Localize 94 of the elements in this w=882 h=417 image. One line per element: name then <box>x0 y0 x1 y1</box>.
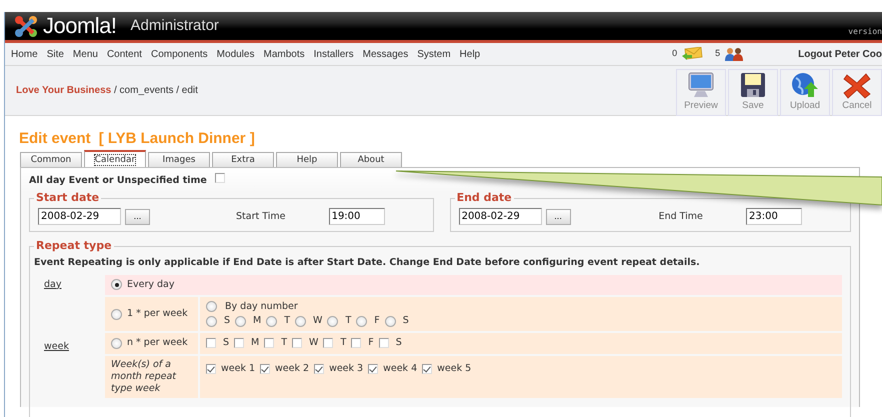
day-label: T <box>281 336 288 350</box>
date-field[interactable]: 2008-02-29 <box>458 208 542 226</box>
checkbox[interactable] <box>214 173 225 184</box>
day-label: T <box>284 314 290 328</box>
menu-item[interactable]: Modules <box>216 46 254 62</box>
tab[interactable]: Help <box>276 152 338 167</box>
checkbox[interactable] <box>314 364 324 374</box>
tab[interactable]: About <box>340 152 402 167</box>
day-label: S <box>223 336 230 350</box>
option-label: week 5 <box>437 362 472 376</box>
checkbox[interactable] <box>378 338 389 348</box>
logo-text: Joomla! <box>43 15 117 37</box>
section-legend: Repeat type <box>34 240 114 252</box>
radio-button[interactable] <box>111 308 122 320</box>
globe-icon <box>790 72 820 99</box>
version-text: version <box>848 26 882 38</box>
radio-button[interactable] <box>111 338 122 349</box>
radio-button[interactable] <box>327 316 338 327</box>
time-field[interactable]: 19:00 <box>328 208 385 226</box>
day-label: W <box>309 336 318 350</box>
day-label: F <box>368 336 374 350</box>
checkbox[interactable] <box>292 338 302 348</box>
option-label: Week(s) of a month repeat type week <box>111 358 178 394</box>
page-title: Edit event [ LYB Launch Dinner ] <box>19 129 256 149</box>
option-label: week 4 <box>383 362 418 376</box>
option-label: 1 * per week <box>127 306 188 321</box>
field-label: All day Event or Unspecified time <box>29 174 207 188</box>
tab[interactable]: Extra <box>212 152 274 167</box>
radio-button[interactable] <box>235 316 246 327</box>
radio-button[interactable] <box>356 316 368 327</box>
tab[interactable]: Images <box>148 152 210 167</box>
radio-button[interactable] <box>384 316 396 327</box>
day-label: S <box>402 314 409 328</box>
menu-item[interactable]: Mambots <box>263 46 305 62</box>
tab[interactable]: Calendar <box>84 150 146 167</box>
menu-item[interactable]: Installers <box>314 46 354 62</box>
day-label: S <box>396 336 402 350</box>
people-icon <box>724 47 744 61</box>
header-title: Administrator <box>130 16 219 36</box>
tab[interactable]: Common <box>20 152 82 167</box>
checkbox[interactable] <box>260 364 270 374</box>
menu-item[interactable]: Help <box>460 46 480 62</box>
date-picker-button[interactable]: ... <box>546 208 571 225</box>
radio-button[interactable] <box>206 301 217 312</box>
day-label: W <box>313 314 322 328</box>
menu-item[interactable]: Messages <box>362 46 408 62</box>
row-label: day <box>44 278 62 292</box>
day-label: F <box>374 314 380 328</box>
menu-item[interactable]: Menu <box>72 46 98 62</box>
menu-item[interactable]: Components <box>150 46 208 62</box>
date-picker-button[interactable]: ... <box>125 208 150 225</box>
radio-button[interactable] <box>111 279 122 290</box>
time-field[interactable]: 23:00 <box>746 208 802 226</box>
option-label: week 1 <box>221 362 256 376</box>
option-label: Every day <box>127 278 174 292</box>
checkbox[interactable] <box>264 338 274 348</box>
radio-button[interactable] <box>295 316 306 327</box>
checkbox[interactable] <box>351 338 362 348</box>
day-label: M <box>251 336 260 350</box>
day-label: M <box>253 314 262 328</box>
radio-button[interactable] <box>206 316 217 327</box>
menu-item[interactable]: Site <box>46 46 64 62</box>
menu-item[interactable]: System <box>417 46 451 62</box>
checkbox[interactable] <box>234 338 244 348</box>
field-label: End Time <box>658 210 703 224</box>
menu-item[interactable]: Content <box>106 46 142 62</box>
checkbox[interactable] <box>323 338 334 348</box>
checkbox[interactable] <box>206 338 216 348</box>
date-field[interactable]: 2008-02-29 <box>38 208 121 226</box>
row-label: week <box>44 340 69 354</box>
option-label: week 2 <box>275 362 310 376</box>
section-legend: End date <box>454 192 514 204</box>
envelope-icon <box>681 47 704 61</box>
field-label: Start Time <box>236 210 286 224</box>
option-label: n * per week <box>127 336 188 350</box>
message-count: 0 <box>672 47 678 60</box>
user-count: 5 <box>715 47 720 60</box>
radio-button[interactable] <box>266 316 278 327</box>
logout-link[interactable]: Logout Peter Coo <box>798 46 882 62</box>
logo-icon <box>13 14 39 38</box>
option-label: By day number <box>225 300 298 314</box>
monitor-icon <box>686 72 716 99</box>
menu-item[interactable]: Home <box>11 46 38 62</box>
cross-icon <box>842 72 872 99</box>
day-label: T <box>340 336 346 350</box>
checkbox[interactable] <box>368 364 378 374</box>
option-label: week 3 <box>329 362 364 376</box>
checkbox[interactable] <box>206 364 216 374</box>
day-label: S <box>224 314 230 328</box>
info-text: Event Repeating is only applicable if End Date is after Start Date. Change End Date before configuring event repeat details. <box>34 256 701 270</box>
day-label: T <box>345 314 352 328</box>
checkbox[interactable] <box>422 364 432 374</box>
breadcrumb: Love Your Business / com_events / edit <box>16 84 198 98</box>
section-legend: Start date <box>34 192 102 204</box>
